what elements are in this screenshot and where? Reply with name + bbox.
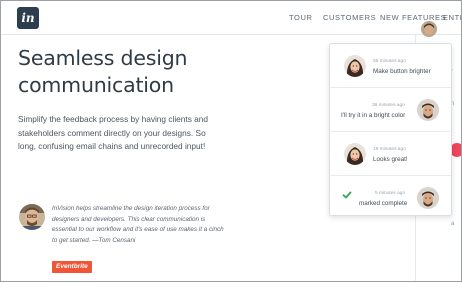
comment-timestamp: 18 minutes ago <box>373 147 406 152</box>
commenter-avatar-woman <box>344 55 366 77</box>
comment-text: marked complete <box>359 200 408 207</box>
nav-customers[interactable]: CUSTOMERS <box>323 13 376 22</box>
comment-timestamp: 36 minutes ago <box>372 103 405 108</box>
eventbrite-logo: Eventbrite <box>52 261 92 273</box>
comment-thread-item[interactable]: 18 minutes ago Looks great! <box>330 132 451 176</box>
edge-text-fragment: a <box>451 221 455 227</box>
comment-thread-item[interactable]: 5 minutes ago marked complete <box>330 176 451 220</box>
comment-timestamp: 5 minutes ago <box>375 191 406 196</box>
commenter-avatar-man <box>417 99 439 121</box>
check-icon <box>342 191 352 199</box>
comments-panel: 55 minutes ago Make button brighter 36 m… <box>329 43 452 216</box>
browser-frame: in TOUR CUSTOMERS NEW FEATURES ENTE Seam… <box>0 0 462 282</box>
testimonial-avatar <box>19 204 45 230</box>
hero-title: Seamless design communication <box>18 46 188 97</box>
comment-thread-item[interactable]: 55 minutes ago Make button brighter <box>330 44 451 88</box>
commenter-avatar-man <box>417 187 439 209</box>
nav-enterprise[interactable]: ENTE <box>443 13 461 22</box>
invision-logo[interactable]: in <box>17 7 39 29</box>
nav-tour[interactable]: TOUR <box>289 13 313 22</box>
comment-thread-item[interactable]: 36 minutes ago I'll try it in a bright c… <box>330 88 451 132</box>
testimonial-quote: InVision helps streamline the design ite… <box>52 205 224 244</box>
hero-description: Simplify the feedback process by having … <box>18 114 209 151</box>
peek-avatar <box>421 21 437 37</box>
nav-new-features[interactable]: NEW FEATURES <box>380 13 446 22</box>
comment-timestamp: 55 minutes ago <box>373 59 406 64</box>
commenter-avatar-woman <box>344 143 366 165</box>
top-nav: in TOUR CUSTOMERS NEW FEATURES ENTE <box>1 1 461 35</box>
comment-text: Make button brighter <box>373 68 431 75</box>
comment-text: I'll try it in a bright color <box>341 112 406 119</box>
comment-text: Looks great! <box>373 156 408 163</box>
